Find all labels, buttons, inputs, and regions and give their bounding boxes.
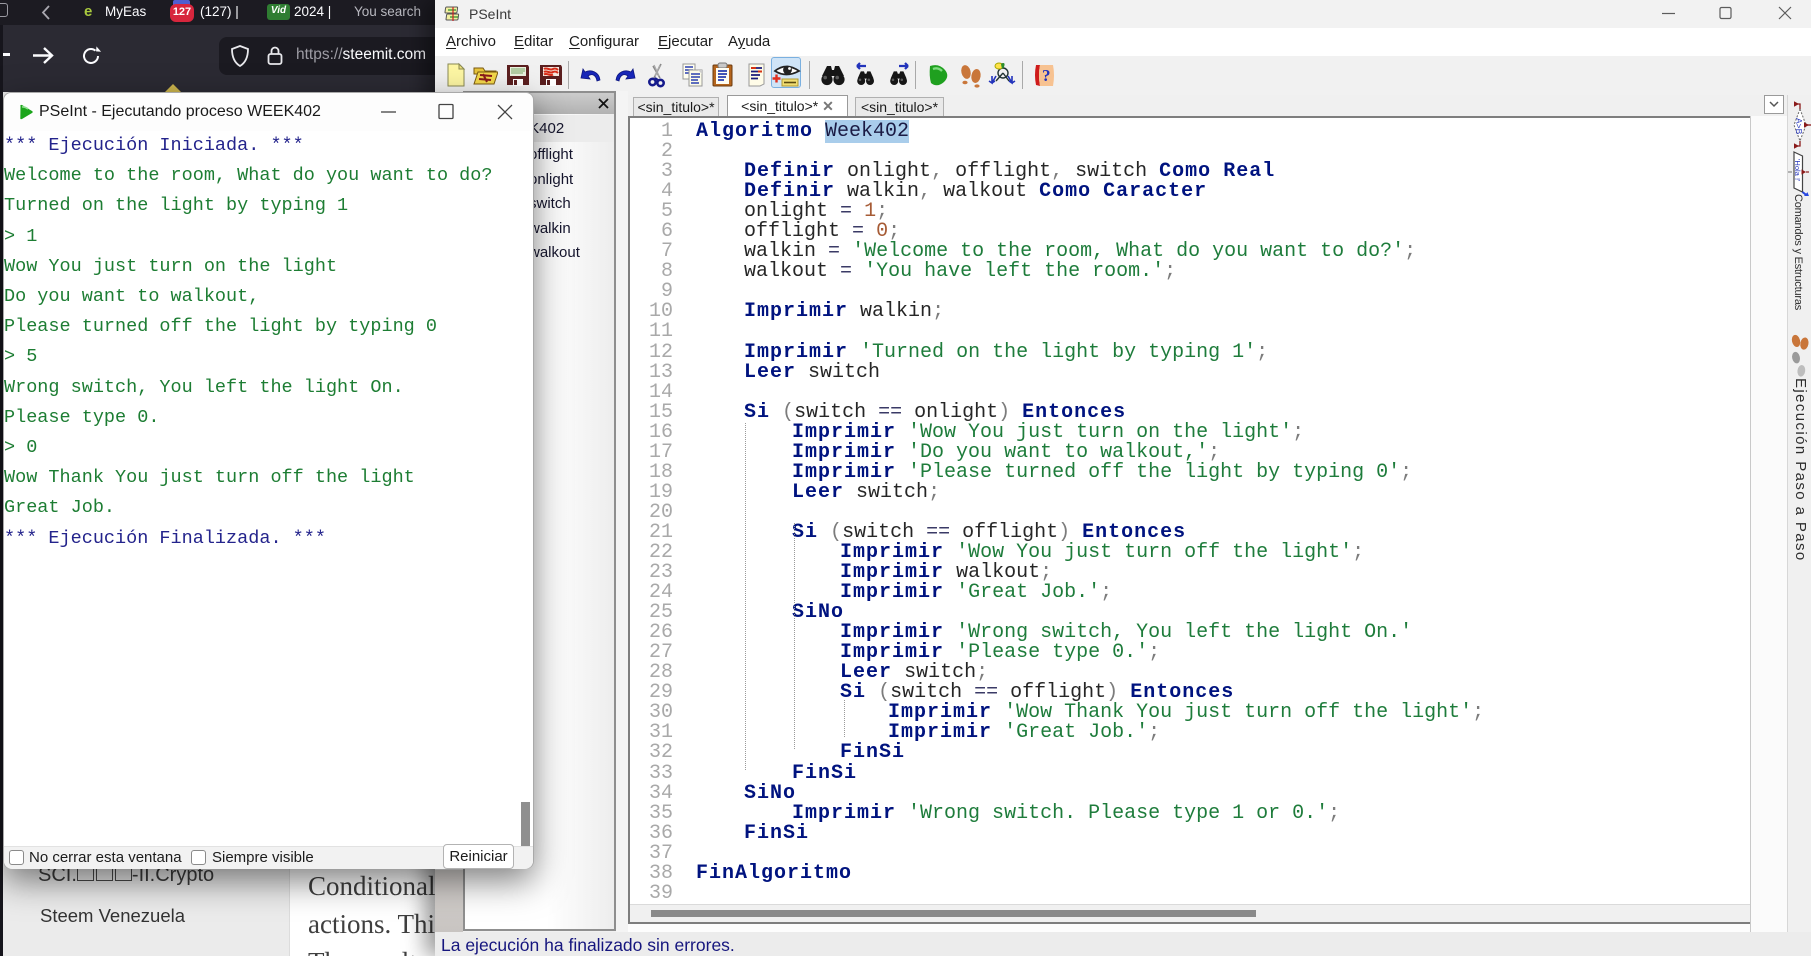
svg-text:A>B: A>B <box>1794 118 1804 135</box>
svg-text:'Hola !': 'Hola !' <box>1793 159 1802 182</box>
svg-text:?: ? <box>1042 66 1051 85</box>
